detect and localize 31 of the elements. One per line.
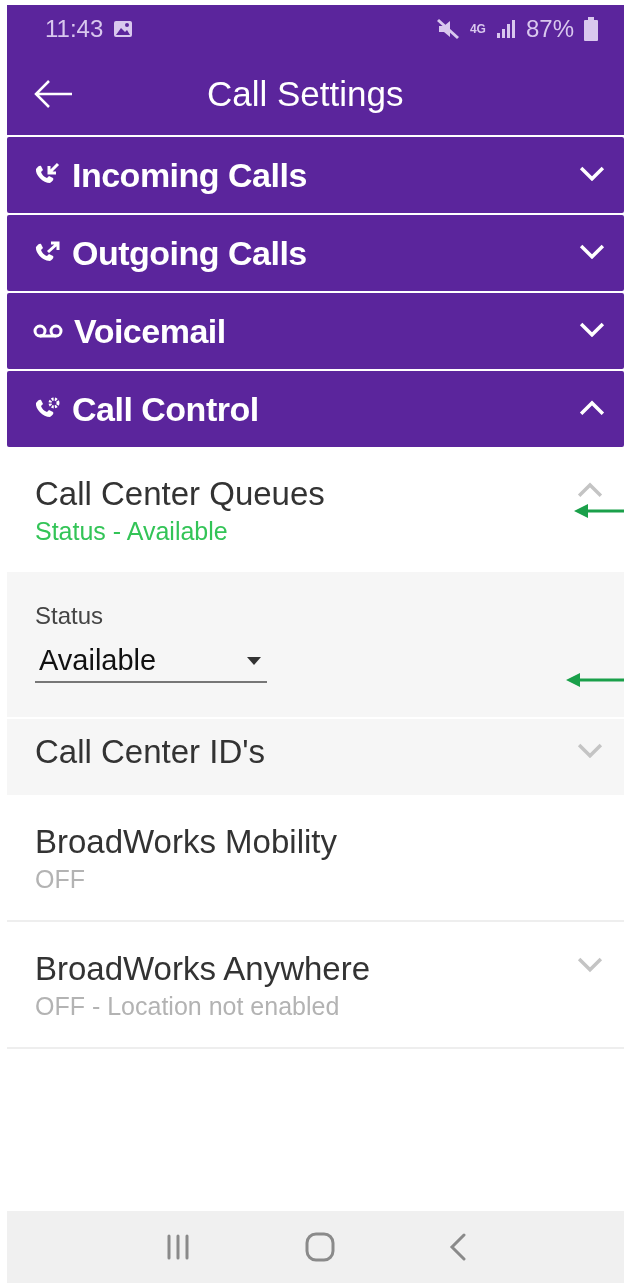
setting-status: Status - Available <box>35 517 229 546</box>
network-type: 4G <box>469 23 486 35</box>
mute-icon <box>435 18 460 40</box>
voicemail-icon <box>32 323 64 339</box>
annotation-arrow <box>566 672 624 688</box>
image-icon <box>113 20 134 38</box>
expand-chevron-icon[interactable] <box>578 164 606 182</box>
collapse-chevron-icon[interactable] <box>578 398 606 416</box>
setting-title[interactable]: BroadWorks Mobility <box>35 823 604 861</box>
battery-percent: 87% <box>525 15 574 43</box>
expand-chevron-icon[interactable] <box>578 242 606 260</box>
section-header[interactable]: Voicemail <box>7 293 624 369</box>
status-time: 11:43 <box>45 15 104 43</box>
page-title: Call Settings <box>207 74 404 114</box>
signal-icon <box>495 19 516 39</box>
section-header[interactable]: Call Control <box>7 371 624 447</box>
section-header[interactable]: Incoming Calls <box>7 137 624 213</box>
expand-chevron-icon[interactable] <box>578 320 606 338</box>
setting-title[interactable]: Call Center Queues <box>35 475 576 513</box>
back-icon[interactable] <box>449 1233 468 1261</box>
back-arrow-icon[interactable] <box>33 79 73 109</box>
setting-title[interactable]: BroadWorks Anywhere <box>35 950 576 988</box>
setting-status: OFF - Location not enabled <box>35 992 341 1021</box>
status-dropdown[interactable]: Available <box>35 644 267 683</box>
dropdown-caret-icon <box>247 656 261 665</box>
field-label: Status <box>35 602 105 630</box>
setting-status: OFF <box>35 865 86 894</box>
section-header[interactable]: Outgoing Calls <box>7 215 624 291</box>
annotation-arrow <box>574 503 624 519</box>
home-icon[interactable] <box>305 1232 336 1262</box>
battery-icon <box>584 17 598 41</box>
